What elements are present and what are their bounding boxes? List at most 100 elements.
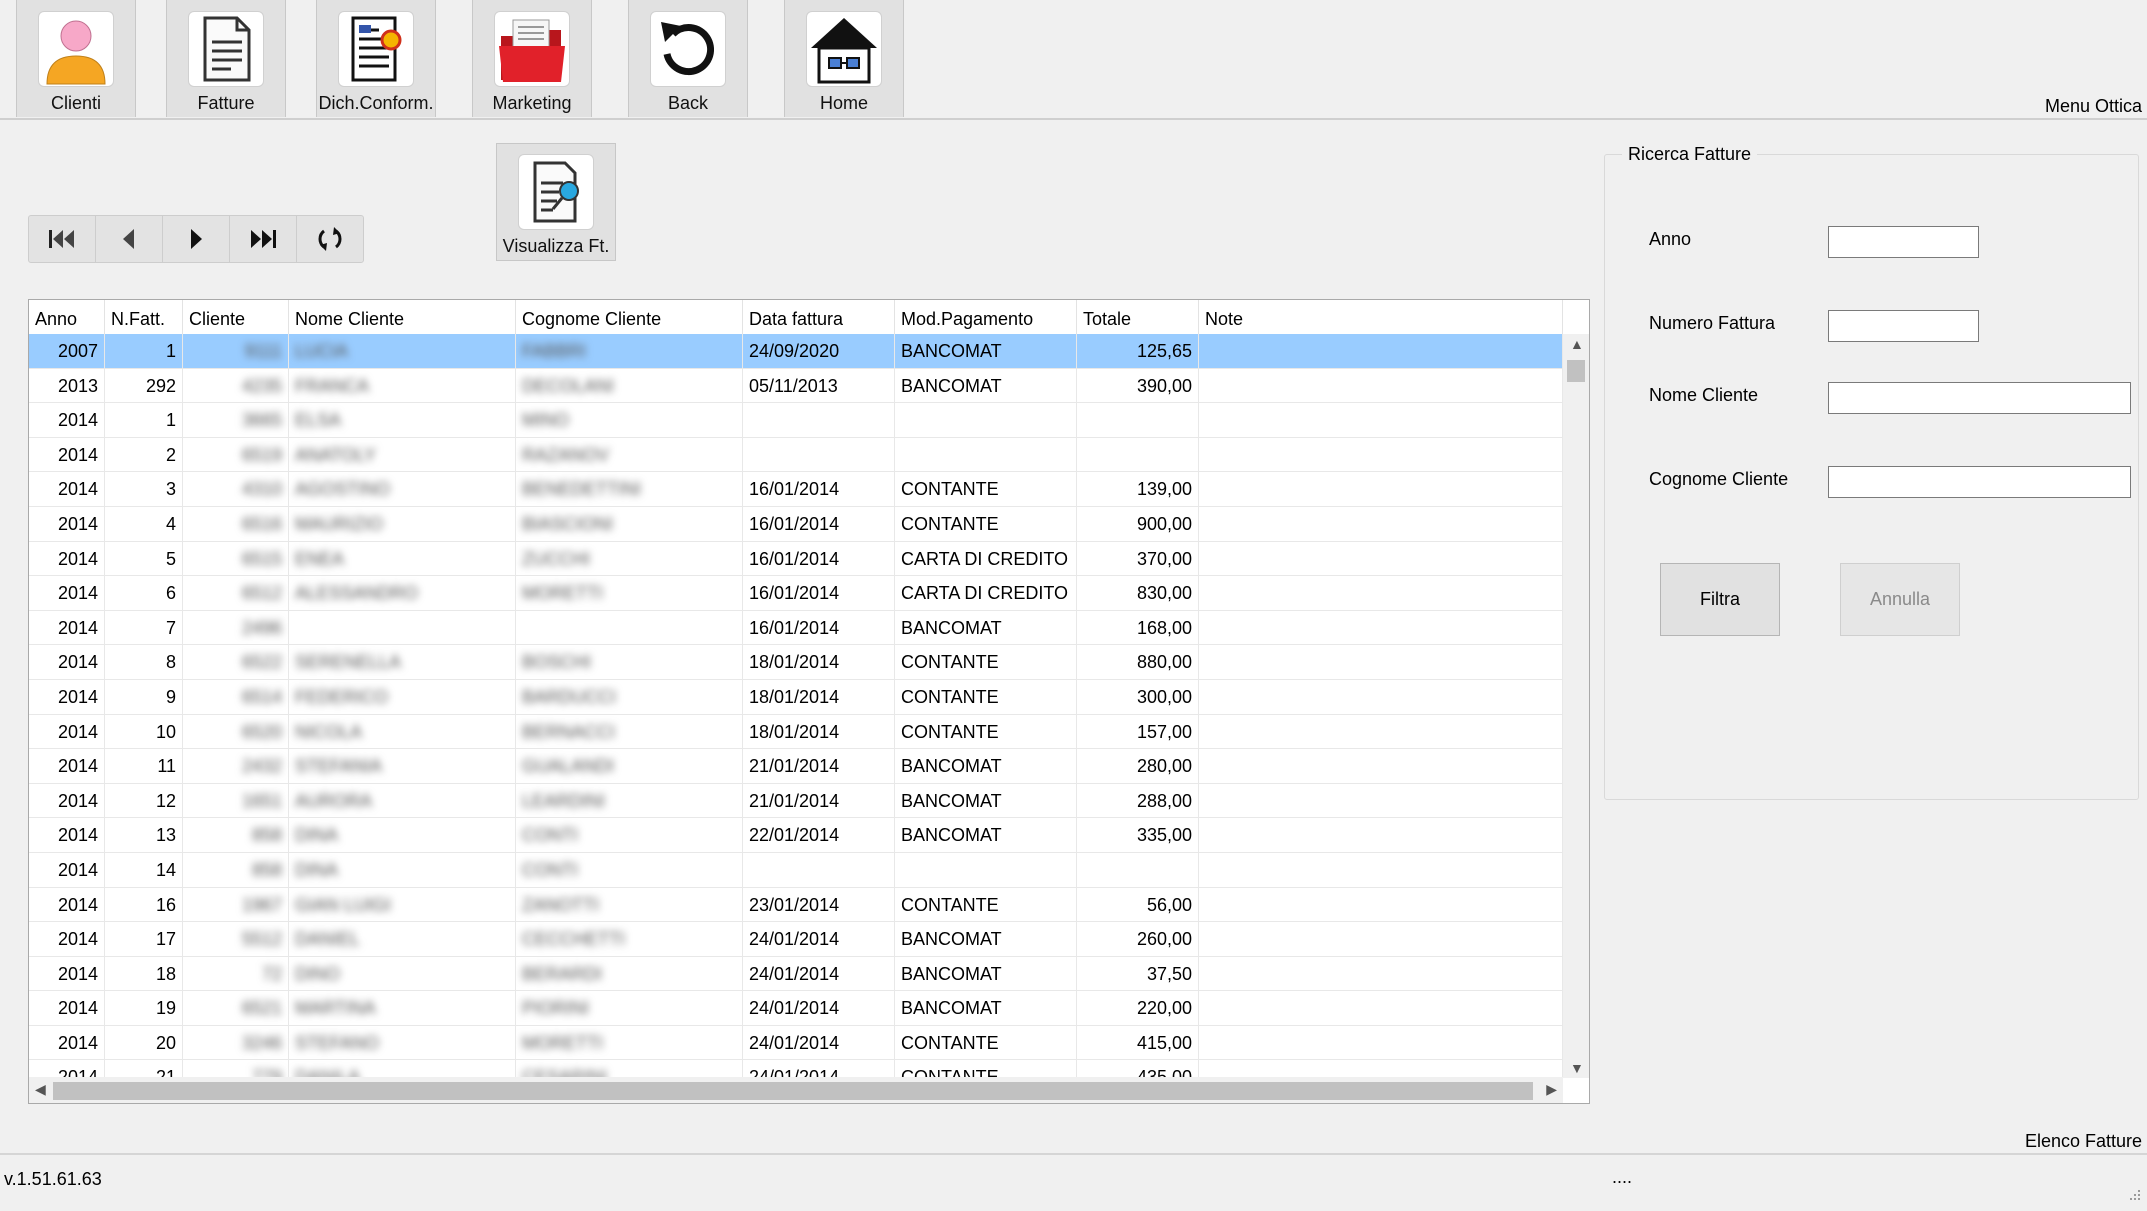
next-record-button[interactable] (163, 216, 230, 262)
table-row[interactable]: 2014 12 1651 AURORA LEARDINI 21/01/2014 BANCOM… (29, 783, 1563, 819)
refresh-button[interactable] (297, 216, 363, 262)
cell-cliente: 9111 (183, 334, 289, 368)
cell-cognome-cliente: FABBRI (516, 334, 743, 368)
table-row[interactable]: 2014 7 2496 16/01/2014 BANCOMAT 168,00 (29, 610, 1563, 646)
cell-cliente: 858 (183, 852, 289, 887)
cell-anno: 2014 (29, 1060, 105, 1078)
table-row[interactable]: 2014 21 779 DANILA CESARINI 24/01/2014 CONTANT… (29, 1060, 1563, 1078)
table-row[interactable]: 2014 3 4310 AGOSTINO BENEDETTINI 16/01/2014 CO… (29, 472, 1563, 507)
column-header-nome-cliente[interactable]: Nome Cliente (289, 300, 516, 334)
table-row[interactable]: 2014 4 6516 MAURIZIO BIASCIONI 16/01/2014 CONT… (29, 506, 1563, 542)
table-row[interactable]: 2014 10 6520 NICOLA BERNACCI 18/01/2014 CONTAN… (29, 714, 1563, 750)
last-record-button[interactable] (230, 216, 297, 262)
cell-data-fattura: 05/11/2013 (743, 368, 895, 403)
cell-mod-pagamento: BANCOMAT (895, 956, 1077, 991)
table-row[interactable]: 2013 292 4235 FRANCA DECOLANI 05/11/2013 BANCO… (29, 368, 1563, 404)
cell-cognome-cliente: GUALANDI (516, 749, 743, 783)
cell-cliente: 3246 (183, 1025, 289, 1060)
cell-nome-cliente: AURORA (289, 783, 516, 818)
column-header-anno[interactable]: Anno (29, 300, 105, 334)
cell-anno: 2013 (29, 368, 105, 403)
cell-totale (1077, 852, 1199, 887)
cell-note (1199, 714, 1563, 749)
table-row[interactable]: 2014 11 2432 STEFANIA GUALANDI 21/01/2014 BANC… (29, 749, 1563, 784)
cell-cognome-cliente: RAZANOV (516, 437, 743, 472)
table-row[interactable]: 2014 14 858 DINA CONTI (29, 852, 1563, 888)
scroll-up-icon[interactable]: ▲ (1570, 336, 1584, 352)
cell-totale: 260,00 (1077, 922, 1199, 956)
cell-numero-fattura: 6 (105, 576, 183, 610)
table-row[interactable]: 2014 1 3665 ELSA MINO (29, 403, 1563, 438)
table-row[interactable]: 2014 17 5512 DANIEL CECCHETTI 24/01/2014 BANCO… (29, 922, 1563, 957)
fatture-button[interactable]: Fatture (166, 0, 286, 117)
clienti-button[interactable]: Clienti (16, 0, 136, 117)
cell-note (1199, 645, 1563, 679)
cell-nome-cliente: STEFANIA (289, 749, 516, 783)
last-record-icon (251, 230, 276, 248)
back-button[interactable]: Back (628, 0, 748, 117)
column-header-note[interactable]: Note (1199, 300, 1563, 334)
filter-button[interactable]: Filtra (1660, 563, 1780, 636)
table-row[interactable]: 2014 13 858 DINA CONTI 22/01/2014 BANCOMAT 335,… (29, 818, 1563, 853)
cell-totale: 56,00 (1077, 887, 1199, 922)
scroll-left-icon[interactable]: ◀ (35, 1081, 46, 1098)
cell-note (1199, 1025, 1563, 1060)
table-row[interactable]: 2014 20 3246 STEFANO MORETTI 24/01/2014 CONTAN… (29, 1025, 1563, 1061)
previous-record-button[interactable] (96, 216, 163, 262)
scroll-right-icon[interactable]: ▶ (1546, 1081, 1557, 1098)
cell-nome-cliente: ANATOLY (289, 437, 516, 472)
scroll-down-icon[interactable]: ▼ (1570, 1060, 1584, 1076)
status-bar: v.1.51.61.63 .... (0, 1153, 2147, 1211)
cell-nome-cliente: LUCIA (289, 334, 516, 368)
cell-data-fattura: 21/01/2014 (743, 783, 895, 818)
table-row[interactable]: 2014 18 72 DINO BERARDI 24/01/2014 BANCOMAT 37,… (29, 956, 1563, 992)
cell-anno: 2014 (29, 506, 105, 541)
first-record-button[interactable] (29, 216, 96, 262)
table-row[interactable]: 2014 6 6512 ALESSANDRO MORETTI 16/01/2014 CART… (29, 576, 1563, 611)
cell-numero-fattura: 4 (105, 506, 183, 541)
customer-name-input[interactable] (1828, 382, 2131, 414)
horizontal-scroll-thumb[interactable] (53, 1082, 1533, 1100)
table-row[interactable]: 2014 9 6514 FEDERICO BARDUCCI 18/01/2014 CONTA… (29, 679, 1563, 715)
table-row[interactable]: 2014 8 6522 SERENELLA BOSCHI 18/01/2014 CONTAN… (29, 645, 1563, 680)
table-row[interactable]: 2007 1 9111 LUCIA FABBRI 24/09/2020 BANCOMAT 12… (29, 334, 1563, 369)
customer-surname-input[interactable] (1828, 466, 2131, 498)
cell-data-fattura: 24/01/2014 (743, 991, 895, 1025)
cell-anno: 2014 (29, 783, 105, 818)
column-header-data-fattura[interactable]: Data fattura (743, 300, 895, 334)
column-header-cognome-cliente[interactable]: Cognome Cliente (516, 300, 743, 334)
view-invoice-button[interactable]: Visualizza Ft. (496, 143, 616, 261)
cell-mod-pagamento: BANCOMAT (895, 749, 1077, 783)
table-row[interactable]: 2014 16 1967 GIAN LUIGI ZANOTTI 23/01/2014 CON… (29, 887, 1563, 923)
column-header-mod-pagamento[interactable]: Mod.Pagamento (895, 300, 1077, 334)
fatture-label: Fatture (197, 93, 255, 113)
cell-data-fattura: 16/01/2014 (743, 576, 895, 610)
resize-grip-icon[interactable] (2127, 1189, 2141, 1203)
table-row[interactable]: 2014 5 6515 ENEA ZUCCHI 16/01/2014 CARTA DI CR… (29, 541, 1563, 577)
home-button[interactable]: Home (784, 0, 904, 117)
column-header-cliente[interactable]: Cliente (183, 300, 289, 334)
vertical-scroll-thumb[interactable] (1567, 360, 1585, 382)
cell-cliente: 3665 (183, 403, 289, 437)
table-row[interactable]: 2014 2 6519 ANATOLY RAZANOV (29, 437, 1563, 473)
cell-note (1199, 783, 1563, 818)
cell-totale: 220,00 (1077, 991, 1199, 1025)
cell-cognome-cliente: BIASCIONI (516, 506, 743, 541)
horizontal-scrollbar[interactable]: ◀ ▶ (29, 1077, 1563, 1103)
marketing-button[interactable]: Marketing (472, 0, 592, 117)
year-input[interactable] (1828, 226, 1979, 258)
table-row[interactable]: 2014 19 6521 MARTINA PIORINI 24/01/2014 BANCOM… (29, 991, 1563, 1026)
column-header-totale[interactable]: Totale (1077, 300, 1199, 334)
cell-cognome-cliente: ZANOTTI (516, 887, 743, 922)
dich-conform-button[interactable]: Dich.Conform. (316, 0, 436, 117)
cell-note (1199, 679, 1563, 714)
cell-mod-pagamento: BANCOMAT (895, 991, 1077, 1025)
invoice-number-input[interactable] (1828, 310, 1979, 342)
vertical-scrollbar[interactable]: ▲ ▼ (1563, 334, 1589, 1078)
cancel-button[interactable]: Annulla (1840, 563, 1960, 636)
invoices-grid[interactable]: Anno N.Fatt. Cliente Nome Cliente Cognome Cl… (28, 299, 1590, 1104)
grid-rows: 2007 1 9111 LUCIA FABBRI 24/09/2020 BANCOMAT 12… (29, 334, 1563, 1078)
cell-data-fattura: 24/01/2014 (743, 922, 895, 956)
cell-data-fattura: 16/01/2014 (743, 541, 895, 576)
column-header-numero-fattura[interactable]: N.Fatt. (105, 300, 183, 334)
